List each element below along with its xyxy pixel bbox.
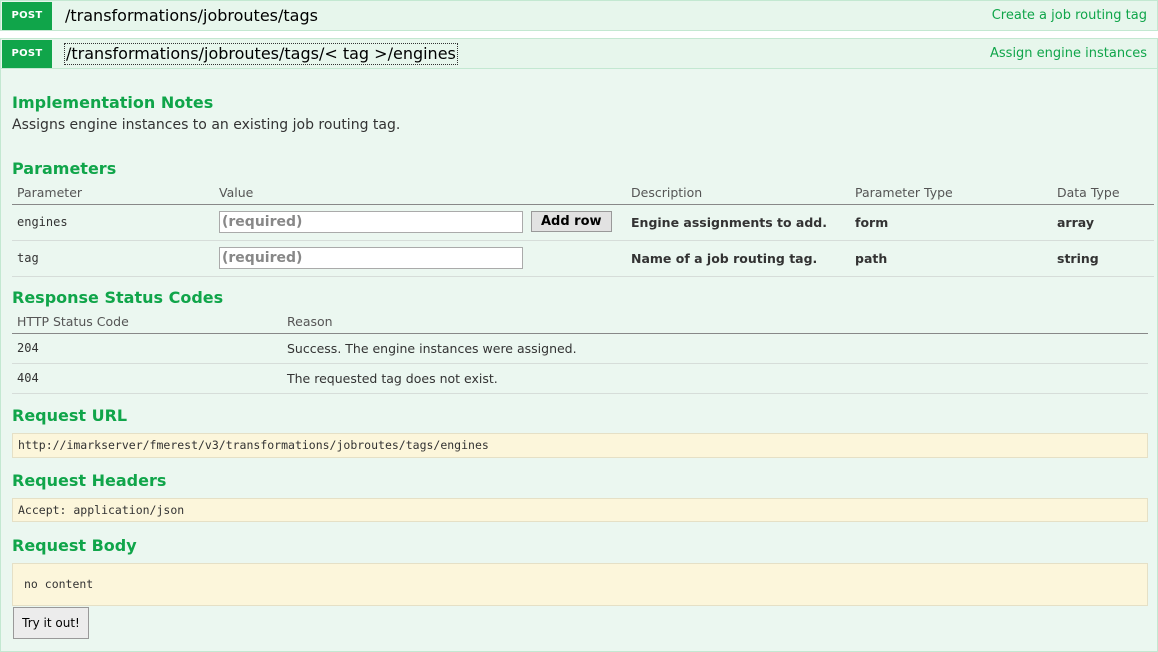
request-url-title: Request URL — [12, 406, 128, 425]
operation-content: Implementation Notes Assigns engine inst… — [0, 69, 1158, 652]
parameter-value-cell: Add row — [214, 204, 626, 241]
request-body-block: no content — [12, 563, 1148, 606]
status-reason: Success. The engine instances were assig… — [282, 333, 1148, 364]
table-row: engines Add row Engine assignments to ad… — [12, 204, 1154, 241]
operation-path[interactable]: /transformations/jobroutes/tags — [65, 6, 318, 26]
implementation-notes-title: Implementation Notes — [12, 93, 214, 112]
parameter-name: tag — [12, 240, 214, 277]
tag-input[interactable] — [219, 247, 523, 269]
try-it-out-button[interactable]: Try it out! — [13, 607, 89, 639]
parameter-type: path — [850, 240, 1052, 277]
status-code: 404 — [12, 363, 282, 394]
parameter-value-cell — [214, 240, 626, 277]
parameter-description: Engine assignments to add. — [626, 204, 850, 241]
method-badge: POST — [2, 40, 52, 68]
request-headers-title: Request Headers — [12, 471, 167, 490]
column-header: Description — [626, 182, 850, 205]
engines-input[interactable] — [219, 211, 523, 233]
request-body-title: Request Body — [12, 536, 137, 555]
parameter-type: form — [850, 204, 1052, 241]
table-row: tag Name of a job routing tag. path stri… — [12, 240, 1154, 277]
response-codes-title: Response Status Codes — [12, 288, 224, 307]
operation-path[interactable]: /transformations/jobroutes/tags/< tag >/… — [64, 43, 458, 65]
column-header: Parameter Type — [850, 182, 1052, 205]
request-url-block: http://imarkserver/fmerest/v3/transforma… — [12, 433, 1148, 458]
request-headers-block: Accept: application/json — [12, 498, 1148, 522]
response-codes-table: HTTP Status Code Reason 204 Success. The… — [12, 311, 1148, 394]
column-header: HTTP Status Code — [12, 311, 282, 334]
implementation-notes-text: Assigns engine instances to an existing … — [12, 117, 401, 133]
method-badge: POST — [2, 2, 52, 30]
operation-summary[interactable]: Assign engine instances — [990, 46, 1147, 61]
data-type: string — [1052, 240, 1154, 277]
table-row: 404 The requested tag does not exist. — [12, 363, 1148, 394]
column-header: Reason — [282, 311, 1148, 334]
status-reason: The requested tag does not exist. — [282, 363, 1148, 394]
column-header: Value — [214, 182, 626, 205]
status-code: 204 — [12, 333, 282, 364]
operation-heading-create-tag[interactable]: POST /transformations/jobroutes/tags Cre… — [0, 0, 1158, 31]
column-header: Data Type — [1052, 182, 1154, 205]
table-row: 204 Success. The engine instances were a… — [12, 333, 1148, 364]
parameter-description: Name of a job routing tag. — [626, 240, 850, 277]
parameters-title: Parameters — [12, 159, 117, 178]
column-header: Parameter — [12, 182, 214, 205]
parameters-table: Parameter Value Description Parameter Ty… — [12, 182, 1154, 277]
operation-summary[interactable]: Create a job routing tag — [992, 8, 1147, 23]
data-type: array — [1052, 204, 1154, 241]
add-row-button[interactable]: Add row — [530, 211, 612, 232]
operation-heading-assign-engines[interactable]: POST /transformations/jobroutes/tags/< t… — [0, 38, 1158, 69]
parameter-name: engines — [12, 204, 214, 241]
